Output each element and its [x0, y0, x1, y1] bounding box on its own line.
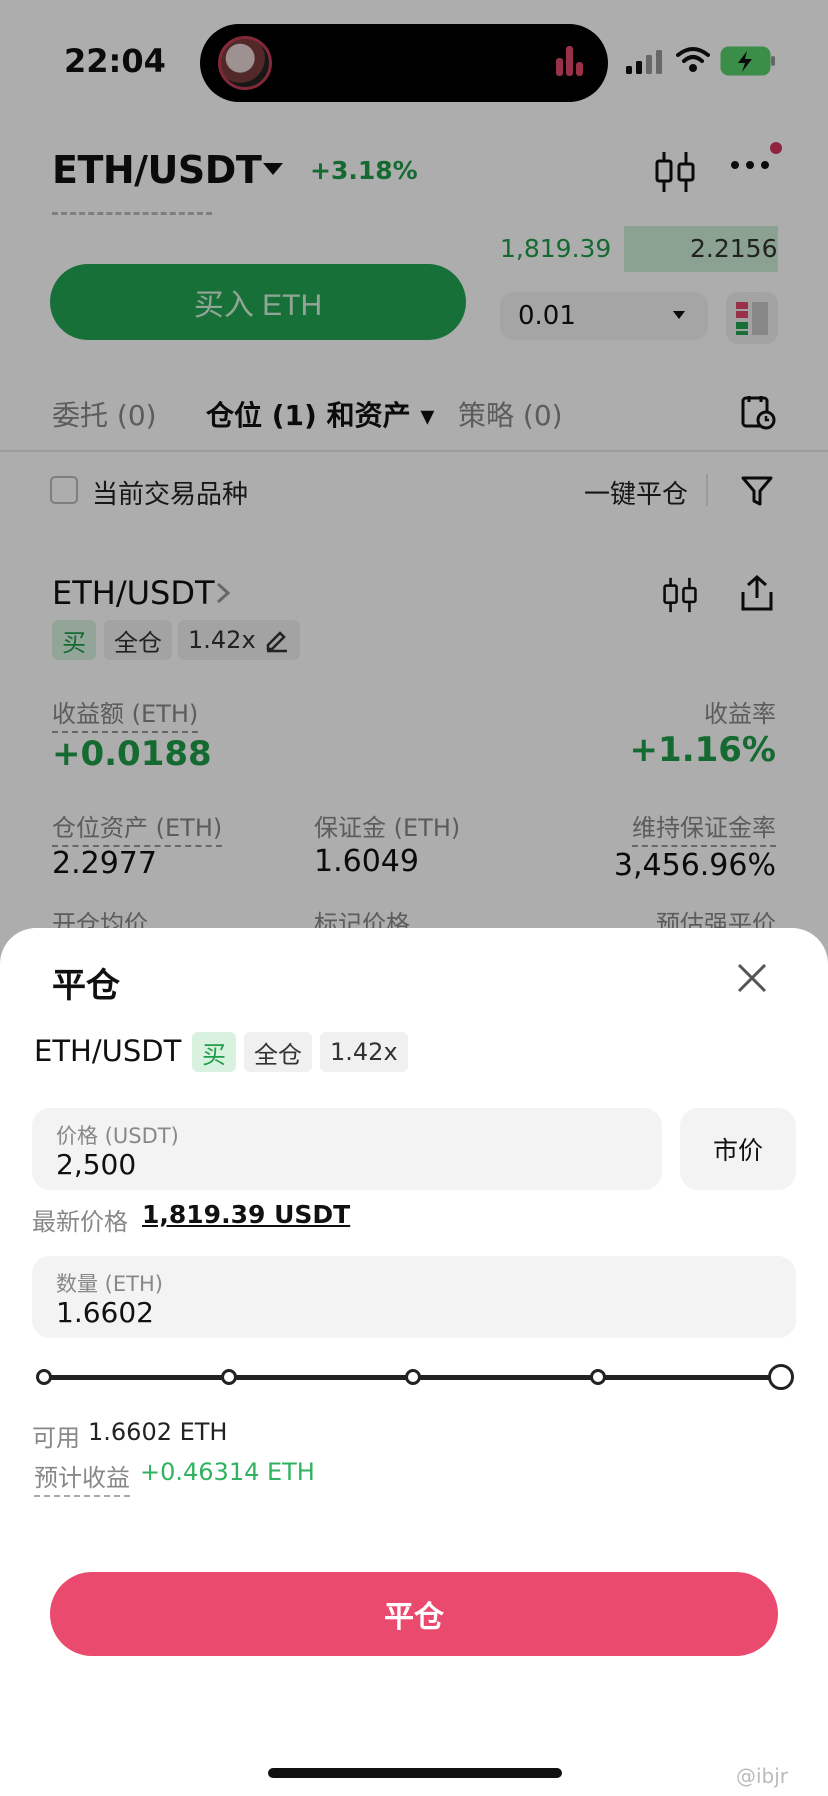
quantity-field-value[interactable]: 1.6602 [56, 1296, 154, 1329]
sheet-leverage-tag: 1.42x [320, 1032, 408, 1072]
slider-handle[interactable] [768, 1364, 794, 1390]
home-indicator[interactable] [268, 1768, 562, 1778]
sheet-side-tag: 买 [192, 1032, 236, 1072]
slider-step-50[interactable] [405, 1369, 421, 1385]
estimated-pnl-value: +0.46314 ETH [140, 1458, 315, 1486]
market-price-button[interactable]: 市价 [680, 1108, 796, 1190]
quantity-field[interactable]: 数量 (ETH) 1.6602 [32, 1256, 796, 1338]
sheet-title: 平仓 [52, 966, 120, 1006]
price-field[interactable]: 价格 (USDT) 2,500 [32, 1108, 662, 1190]
slider-step-25[interactable] [221, 1369, 237, 1385]
available-label: 可用 [32, 1424, 80, 1452]
latest-price-link[interactable]: 1,819.39 USDT [142, 1200, 350, 1229]
price-field-label: 价格 (USDT) [56, 1124, 179, 1148]
available-value: 1.6602 ETH [88, 1418, 228, 1446]
sheet-margin-mode-tag: 全仓 [244, 1032, 312, 1072]
slider-step-0[interactable] [36, 1369, 52, 1385]
quantity-field-label: 数量 (ETH) [56, 1272, 163, 1296]
estimated-pnl-label[interactable]: 预计收益 [34, 1458, 130, 1497]
price-field-value[interactable]: 2,500 [56, 1148, 136, 1181]
slider-step-75[interactable] [590, 1369, 606, 1385]
sheet-pair: ETH/USDT [34, 1034, 182, 1068]
confirm-close-button[interactable]: 平仓 [50, 1572, 778, 1656]
watermark: @ibjr [736, 1764, 789, 1788]
close-icon[interactable] [736, 962, 768, 994]
latest-price-label: 最新价格 [32, 1208, 128, 1236]
